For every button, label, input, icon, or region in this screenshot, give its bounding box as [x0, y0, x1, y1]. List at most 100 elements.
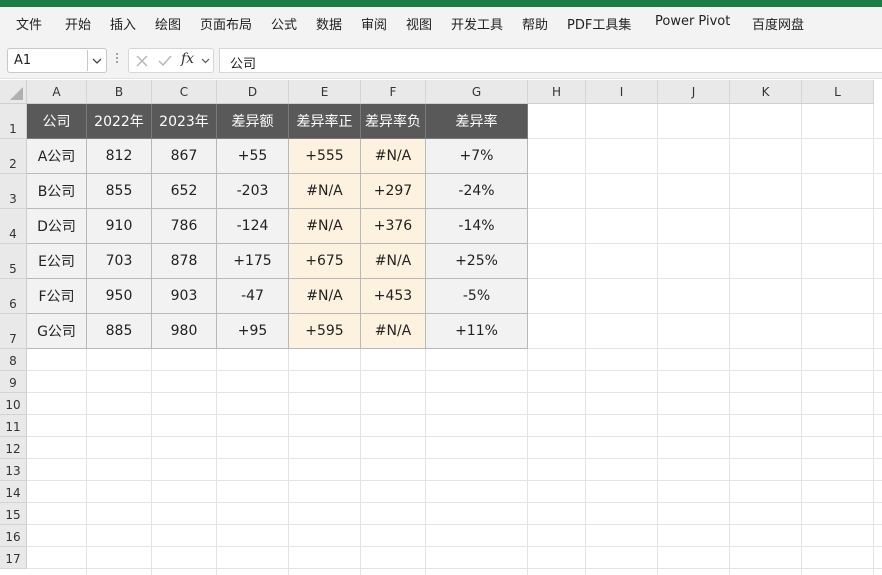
menu-home[interactable]: 开始: [65, 14, 91, 33]
menu-view[interactable]: 视图: [406, 14, 432, 33]
menu-help[interactable]: 帮助: [522, 14, 548, 33]
table-cell[interactable]: +675: [289, 244, 361, 279]
table-cell[interactable]: A公司: [27, 139, 87, 174]
column-header-f[interactable]: F: [361, 80, 426, 104]
table-cell[interactable]: +95: [217, 314, 289, 349]
column-header-d[interactable]: D: [217, 80, 289, 104]
table-cell[interactable]: 910: [87, 209, 152, 244]
row-header-15[interactable]: 15: [0, 503, 27, 525]
table-cell[interactable]: 950: [87, 279, 152, 314]
menu-data[interactable]: 数据: [316, 14, 342, 33]
table-cell[interactable]: +7%: [426, 139, 528, 174]
row-header-8[interactable]: 8: [0, 349, 27, 371]
table-cell[interactable]: 652: [152, 174, 217, 209]
insert-function-button[interactable]: fx: [181, 51, 194, 67]
menu-insert[interactable]: 插入: [110, 14, 136, 33]
function-dropdown[interactable]: [199, 54, 211, 68]
table-header-cell[interactable]: 2023年: [152, 104, 217, 139]
menu-review[interactable]: 审阅: [361, 14, 387, 33]
formula-input[interactable]: 公司: [219, 48, 882, 73]
row-header-11[interactable]: 11: [0, 415, 27, 437]
table-header-cell[interactable]: 2022年: [87, 104, 152, 139]
menu-draw[interactable]: 绘图: [155, 14, 181, 33]
table-cell[interactable]: 867: [152, 139, 217, 174]
table-cell[interactable]: -5%: [426, 279, 528, 314]
column-header-j[interactable]: J: [658, 80, 730, 104]
row-header-1[interactable]: 1: [0, 104, 27, 139]
column-header-b[interactable]: B: [87, 80, 152, 104]
table-cell[interactable]: #N/A: [361, 314, 426, 349]
table-header-cell[interactable]: 公司: [27, 104, 87, 139]
column-header-l[interactable]: L: [802, 80, 874, 104]
menu-page-layout[interactable]: 页面布局: [200, 14, 252, 33]
row-header-14[interactable]: 14: [0, 481, 27, 503]
row-header-2[interactable]: 2: [0, 139, 27, 174]
select-all-button[interactable]: [0, 80, 27, 104]
table-cell[interactable]: 885: [87, 314, 152, 349]
table-cell[interactable]: 980: [152, 314, 217, 349]
table-cell[interactable]: 903: [152, 279, 217, 314]
table-cell[interactable]: +453: [361, 279, 426, 314]
row-header-17[interactable]: 17: [0, 547, 27, 569]
table-cell[interactable]: 812: [87, 139, 152, 174]
table-cell[interactable]: #N/A: [361, 139, 426, 174]
row-header-5[interactable]: 5: [0, 244, 27, 279]
row-header-16[interactable]: 16: [0, 525, 27, 547]
table-cell[interactable]: -14%: [426, 209, 528, 244]
table-header-cell[interactable]: 差异率正: [289, 104, 361, 139]
table-cell[interactable]: +55: [217, 139, 289, 174]
column-header-g[interactable]: G: [426, 80, 528, 104]
table-cell[interactable]: +595: [289, 314, 361, 349]
table-cell[interactable]: D公司: [27, 209, 87, 244]
table-cell[interactable]: -124: [217, 209, 289, 244]
table-cell[interactable]: 703: [87, 244, 152, 279]
table-cell[interactable]: +376: [361, 209, 426, 244]
table-cell[interactable]: +175: [217, 244, 289, 279]
row-header-3[interactable]: 3: [0, 174, 27, 209]
menu-baidu-netdisk[interactable]: 百度网盘: [752, 14, 804, 33]
table-cell[interactable]: #N/A: [361, 244, 426, 279]
more-options-icon[interactable]: [115, 51, 119, 69]
row-header-13[interactable]: 13: [0, 459, 27, 481]
table-cell[interactable]: +11%: [426, 314, 528, 349]
table-cell[interactable]: F公司: [27, 279, 87, 314]
table-cell[interactable]: -47: [217, 279, 289, 314]
table-cell[interactable]: -203: [217, 174, 289, 209]
row-header-9[interactable]: 9: [0, 371, 27, 393]
name-box[interactable]: A1: [7, 48, 107, 73]
table-cell[interactable]: #N/A: [289, 174, 361, 209]
menu-pdf-tools[interactable]: PDF工具集: [567, 14, 631, 33]
table-cell[interactable]: +297: [361, 174, 426, 209]
menu-power-pivot[interactable]: Power Pivot: [655, 14, 730, 29]
row-header-12[interactable]: 12: [0, 437, 27, 459]
table-cell[interactable]: B公司: [27, 174, 87, 209]
column-header-i[interactable]: I: [586, 80, 658, 104]
column-header-a[interactable]: A: [27, 80, 87, 104]
table-cell[interactable]: G公司: [27, 314, 87, 349]
table-cell[interactable]: +555: [289, 139, 361, 174]
column-header-k[interactable]: K: [730, 80, 802, 104]
table-cell[interactable]: 786: [152, 209, 217, 244]
menu-formulas[interactable]: 公式: [271, 14, 297, 33]
cancel-button[interactable]: [132, 52, 152, 70]
row-header-6[interactable]: 6: [0, 279, 27, 314]
table-cell[interactable]: #N/A: [289, 209, 361, 244]
table-cell[interactable]: -24%: [426, 174, 528, 209]
row-header-4[interactable]: 4: [0, 209, 27, 244]
table-cell[interactable]: 855: [87, 174, 152, 209]
table-header-cell[interactable]: 差异率: [426, 104, 528, 139]
enter-button[interactable]: [155, 52, 175, 70]
name-box-dropdown[interactable]: [87, 50, 105, 71]
menu-developer[interactable]: 开发工具: [451, 14, 503, 33]
table-cell[interactable]: #N/A: [289, 279, 361, 314]
column-header-c[interactable]: C: [152, 80, 217, 104]
table-cell[interactable]: 878: [152, 244, 217, 279]
table-header-cell[interactable]: 差异额: [217, 104, 289, 139]
column-header-e[interactable]: E: [289, 80, 361, 104]
table-cell[interactable]: E公司: [27, 244, 87, 279]
table-cell[interactable]: +25%: [426, 244, 528, 279]
column-header-h[interactable]: H: [528, 80, 586, 104]
menu-file[interactable]: 文件: [16, 14, 42, 33]
table-header-cell[interactable]: 差异率负: [361, 104, 426, 139]
row-header-10[interactable]: 10: [0, 393, 27, 415]
